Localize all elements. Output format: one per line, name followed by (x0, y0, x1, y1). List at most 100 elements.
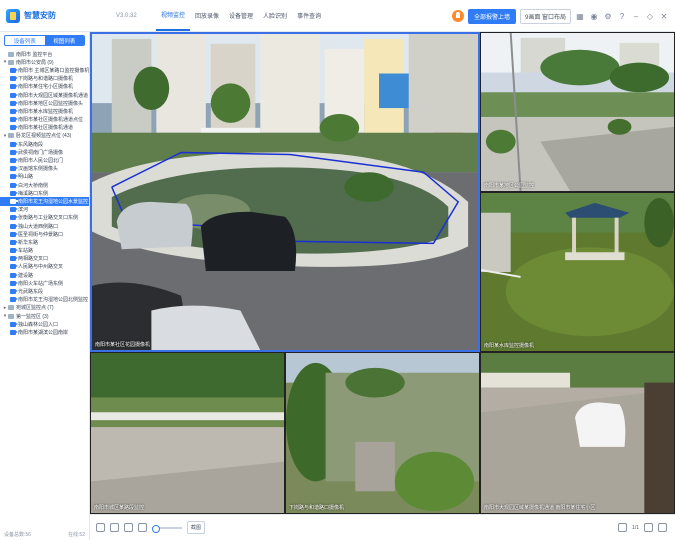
main-nav: 视频监控 回放录像 设备管理 人脸识别 事件查询 (156, 0, 326, 31)
tree-camera-item[interactable]: 张衡路与工业路交叉口东侧 (0, 214, 89, 222)
tree-camera-item[interactable]: 汉画馆东侧摄像头 (0, 165, 89, 173)
maximize-icon[interactable]: ◇ (645, 11, 655, 21)
camera-feed-top-right (481, 33, 674, 191)
tree-item-label: 建设路 (18, 272, 34, 279)
camera-icon (10, 207, 18, 213)
video-tile-bottom-right[interactable]: 南阳市大观园区域某摄像机通道 南阳市某住宅小区 (480, 352, 675, 514)
camera-icon (10, 272, 18, 278)
camera-feed-bottom-left (91, 353, 284, 513)
sidebar-footer: 设备总数:56 在线:52 (4, 531, 85, 538)
video-tile-main[interactable]: 南阳市某社区花园摄像机 (90, 32, 480, 352)
tree-item-label: 下岗路与和谐路口摄像机 (18, 76, 74, 83)
tree-item-label: 南阳市龙王沟湿地公园水景监控 (18, 198, 89, 205)
tile-label-main: 南阳市某社区花园摄像机 (95, 342, 151, 348)
nav-playback[interactable]: 回放录像 (190, 0, 224, 31)
tree-camera-item[interactable]: 南阳市 主城区某路口监控摄像机 (0, 66, 89, 74)
tree-item-label: 南阳市某水库监控摄像机 (18, 108, 74, 115)
fullscreen-icon[interactable] (658, 523, 667, 532)
tree-camera-item[interactable]: 南阳市某水库监控摄像机 (0, 107, 89, 115)
video-tile-middle-right[interactable]: 南阳某水库监控摄像机 (480, 192, 675, 352)
tree-camera-item[interactable]: 白河大桥南侧 (0, 181, 89, 189)
tree-camera-item[interactable]: 人民路与中州路交叉 (0, 263, 89, 271)
microphone-icon[interactable] (124, 523, 133, 532)
camera-icon (10, 92, 18, 98)
volume-icon[interactable] (138, 523, 147, 532)
alarm-wall-button[interactable]: 全部报警上墙 (467, 8, 516, 24)
close-icon[interactable]: ✕ (659, 11, 669, 21)
camera-icon (10, 166, 18, 172)
capture-button[interactable]: 截图 (187, 521, 206, 534)
tree-camera-item[interactable]: 光武路东段 (0, 287, 89, 295)
next-page-icon[interactable] (644, 523, 653, 532)
app-version: V3.0.32 (116, 12, 137, 19)
camera-icon (10, 321, 18, 327)
tab-view-list[interactable]: 视图列表 (44, 36, 84, 45)
page-indicator: 1/1 (632, 524, 639, 531)
tree-camera-item[interactable]: 南阳市某湖滨公园南岸 (0, 328, 89, 336)
video-grid: 南阳市某社区花园摄像机 南阳市某地区公园监控 南阳某水库监控摄像机 南阳市城区某… (90, 32, 675, 514)
tree-group[interactable]: ▾ 南阳市公安局 (9) (0, 58, 89, 66)
tree-camera-item[interactable]: 南阳市某社区摄像机通道 (0, 124, 89, 132)
tree-group[interactable]: ▾ 第一监控区 (3) (0, 312, 89, 320)
tree-camera-item[interactable]: 东风路南段 (0, 140, 89, 148)
record-icon[interactable] (110, 523, 119, 532)
tree-camera-item[interactable]: 新华东路 (0, 238, 89, 246)
video-tile-bottom-left[interactable]: 南阳市城区某路段监控 (90, 352, 285, 514)
help-icon[interactable]: ? (617, 11, 627, 21)
camera-icon (10, 174, 18, 180)
user-icon[interactable]: ◉ (589, 11, 599, 21)
camera-icon (10, 125, 18, 131)
minimize-icon[interactable]: – (631, 11, 641, 21)
camera-icon (10, 190, 18, 196)
settings-icon[interactable]: ⚙ (603, 11, 613, 21)
nav-event-query[interactable]: 事件查询 (292, 0, 326, 31)
tree-group[interactable]: ▾ 卧龙区视频监控点位 (43) (0, 132, 89, 140)
tree-camera-item[interactable]: 南阳市人民公园北门 (0, 156, 89, 164)
tile-label-bottom-right: 南阳市大观园区域某摄像机通道 南阳市某住宅小区 (484, 505, 596, 511)
tree-group[interactable]: ▸ 宛城区监控点 (7) (0, 304, 89, 312)
tree-camera-item[interactable]: 两相路交叉口 (0, 255, 89, 263)
tree-camera-item[interactable]: 南阳市某社区摄像机通道点位 (0, 116, 89, 124)
nav-video-monitor[interactable]: 视频监控 (156, 0, 191, 31)
tree-camera-item[interactable]: 独山大道西侧路口 (0, 222, 89, 230)
device-tree: 南阳市 监控平台 ▾ 南阳市公安局 (9) 南阳市 主城区某路口监控摄像机 下岗路与和谐… (0, 50, 89, 337)
video-tile-bottom-middle[interactable]: 下岗路与和谐路口摄像机 (285, 352, 480, 514)
tree-camera-item[interactable]: 独山森林公园入口 (0, 320, 89, 328)
tree-camera-item[interactable]: 南阳市某住宅小区摄像机 (0, 83, 89, 91)
tree-group[interactable]: 南阳市 监控平台 (0, 50, 89, 58)
tree-item-label: 新华东路 (18, 239, 39, 246)
layout-select[interactable]: 9画面 窗口布局 (519, 8, 571, 24)
tab-device-list[interactable]: 设备列表 (5, 36, 45, 45)
camera-icon (10, 215, 18, 221)
nav-face-recognition[interactable]: 人脸识别 (258, 0, 292, 31)
tree-camera-item[interactable]: 南阳市大观园区域某摄像机通道 (0, 91, 89, 99)
snapshot-icon[interactable] (96, 523, 105, 532)
tree-camera-item[interactable]: 南阳市龙王沟湿地公园水景监控 (0, 197, 89, 206)
tree-camera-item[interactable]: 梅溪路口东侧 (0, 189, 89, 197)
tree-camera-item[interactable]: 滨河 (0, 206, 89, 214)
alarm-icon[interactable] (451, 10, 464, 22)
nav-device-manage[interactable]: 设备管理 (224, 0, 258, 31)
camera-icon (10, 256, 18, 262)
tree-camera-item[interactable]: 武侯祠南门广场摄像 (0, 148, 89, 156)
playback-controls: 截图 1/1 (90, 514, 675, 540)
device-count: 设备总数:56 (4, 532, 31, 538)
tree-camera-item[interactable]: 南阳市龙王沟湿地公园北侧监控 (0, 296, 89, 304)
tree-item-label: 南阳市 主城区某路口监控摄像机 (18, 67, 89, 74)
folder-icon (8, 313, 14, 319)
tree-item-label: 南阳市人民公园北门 (18, 158, 64, 165)
prev-page-icon[interactable] (618, 523, 628, 532)
tree-camera-item[interactable]: 医圣祠街与仲景路口 (0, 230, 89, 238)
video-tile-top-right[interactable]: 南阳市某地区公园监控 (480, 32, 675, 192)
tree-camera-item[interactable]: 南阳市某地区公园监控摄像头 (0, 99, 89, 107)
tree-camera-item[interactable]: 下岗路与和谐路口摄像机 (0, 75, 89, 83)
grid-icon[interactable]: ▦ (575, 11, 585, 21)
tree-camera-item[interactable]: 车站路 (0, 247, 89, 255)
tree-camera-item[interactable]: 明山路 (0, 173, 89, 181)
tree-camera-item[interactable]: 建设路 (0, 271, 89, 279)
camera-icon (10, 329, 18, 335)
volume-slider[interactable] (152, 524, 182, 533)
tree-camera-item[interactable]: 南阳火车站广场东侧 (0, 279, 89, 287)
tree-item-label: 两相路交叉口 (18, 256, 49, 263)
tree-item-label: 独山大道西侧路口 (18, 223, 59, 230)
